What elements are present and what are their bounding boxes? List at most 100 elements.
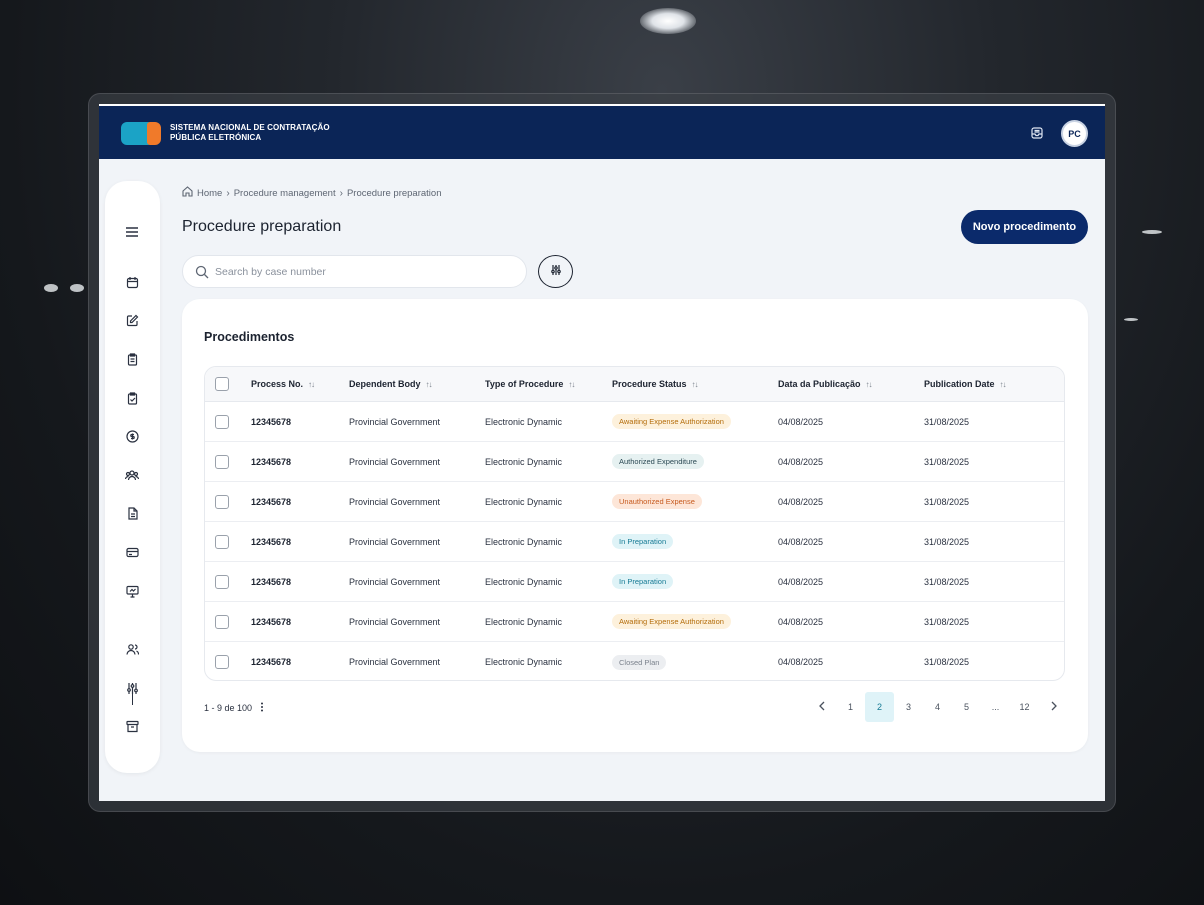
clipboard-check-icon[interactable]	[124, 390, 140, 406]
card-icon[interactable]	[124, 544, 140, 560]
row-checkbox[interactable]	[215, 615, 229, 629]
chevron-right-icon	[1050, 701, 1058, 713]
cell-text: Electronic Dynamic	[485, 657, 563, 667]
table-row[interactable]: 12345678 Provincial Government Electronic …	[205, 442, 1064, 482]
cell-data-pub: 04/08/2025	[778, 642, 823, 680]
cell-text: 31/08/2025	[924, 496, 970, 507]
column-header-type[interactable]: Type of Procedure ↑↓	[485, 367, 575, 401]
breadcrumb-home[interactable]: Home	[197, 188, 222, 199]
cell-text: Electronic Dynamic	[485, 496, 563, 507]
cell-data-pub: 04/08/2025	[778, 522, 823, 561]
column-header-body[interactable]: Dependent Body ↑↓	[349, 367, 433, 401]
cell-body: Provincial Government	[349, 642, 441, 680]
breadcrumb-current: Procedure preparation	[346, 187, 442, 199]
status-badge: In Preparation	[612, 534, 674, 549]
row-checkbox[interactable]	[215, 495, 229, 509]
row-checkbox[interactable]	[215, 455, 229, 469]
sort-icon: ↑↓	[568, 379, 575, 389]
cell-text: Provincial Government	[349, 576, 441, 587]
background-light	[1142, 230, 1162, 234]
cell-pub-date: 31/08/2025	[924, 642, 969, 680]
cell-text: Electronic Dynamic	[485, 456, 563, 467]
cell-text: 12345678	[251, 616, 292, 627]
cell-pub-date: 31/08/2025	[924, 442, 969, 481]
cell-data-pub: 04/08/2025	[778, 442, 823, 481]
users-group-icon[interactable]	[124, 467, 140, 483]
more-vertical-icon[interactable]	[260, 702, 264, 714]
cell-body: Provincial Government	[349, 522, 440, 561]
column-header-data-publicacao[interactable]: Data da Publicação ↑↓	[778, 367, 873, 401]
table-row[interactable]: 12345678 Provincial Government Electronic …	[205, 602, 1064, 642]
row-checkbox[interactable]	[215, 535, 229, 549]
cell-pub-date: 31/08/2025	[924, 562, 969, 601]
cell-text: 04/08/2025	[778, 536, 824, 547]
column-header-process[interactable]: Process No. ↑↓	[251, 367, 315, 401]
page-button-12[interactable]: 12	[1010, 692, 1039, 722]
page-button-3[interactable]: 3	[894, 692, 923, 722]
dollar-icon[interactable]	[124, 428, 140, 444]
cell-process: 12345678	[251, 562, 291, 601]
table-row[interactable]: 12345678 Provincial Government Electronic …	[205, 642, 1064, 680]
page-button-5[interactable]: 5	[952, 692, 981, 722]
calendar-icon[interactable]	[124, 274, 140, 290]
table-row[interactable]: 12345678 Provincial Government Electronic …	[205, 482, 1064, 522]
menu-icon[interactable]	[124, 224, 140, 240]
archive-icon[interactable]	[124, 718, 140, 734]
cell-data-pub: 04/08/2025	[778, 602, 823, 641]
app-logo[interactable]	[121, 122, 163, 146]
page-title: Procedure preparation	[182, 218, 342, 235]
new-procedure-button[interactable]: Novo procedimento	[961, 210, 1088, 244]
page-button-1[interactable]: 1	[836, 692, 865, 722]
cell-process: 12345678	[251, 482, 291, 521]
page-button-4[interactable]: 4	[923, 692, 952, 722]
breadcrumb: Home › Procedure management › Procedure …	[182, 186, 442, 200]
clipboard-icon[interactable]	[124, 351, 140, 367]
cell-text: Provincial Government	[349, 496, 441, 507]
table-row[interactable]: 12345678 Provincial Government Electronic …	[205, 402, 1064, 442]
presentation-icon[interactable]	[124, 583, 140, 599]
cell-process: 12345678	[251, 642, 291, 680]
cell-body: Provincial Government	[349, 482, 440, 521]
page-button-2[interactable]: 2	[865, 692, 894, 722]
home-icon[interactable]	[182, 186, 193, 200]
cell-text: Electronic Dynamic	[485, 616, 563, 627]
cell-status: Awaiting Expense Authorization	[612, 402, 731, 441]
cell-status: In Preparation	[612, 522, 674, 561]
user-icon[interactable]	[124, 641, 140, 657]
sort-icon: ↑↓	[999, 379, 1007, 389]
next-page-button[interactable]	[1039, 692, 1068, 722]
filter-button[interactable]	[538, 255, 573, 288]
cell-text: Provincial Government	[349, 536, 441, 547]
search-input[interactable]	[215, 263, 515, 281]
cell-text: Electronic Dynamic	[485, 576, 563, 587]
cell-status: Authorized Expenditure	[612, 442, 704, 481]
cell-text: 12345678	[251, 496, 292, 507]
select-all-checkbox[interactable]	[215, 377, 229, 391]
user-avatar[interactable]: PC	[1061, 120, 1088, 147]
sidebar	[105, 181, 160, 773]
row-checkbox[interactable]	[215, 655, 229, 669]
status-badge: Closed Plan	[612, 654, 667, 670]
document-icon[interactable]	[124, 505, 140, 521]
inbox-icon[interactable]	[1030, 126, 1044, 140]
row-checkbox[interactable]	[215, 415, 229, 429]
edit-icon[interactable]	[124, 312, 140, 328]
cell-text: 04/08/2025	[778, 616, 824, 627]
column-header-status[interactable]: Procedure Status ↑↓	[612, 367, 699, 401]
cell-text: 04/08/2025	[778, 576, 824, 587]
cell-text: Provincial Government	[349, 657, 441, 667]
sort-icon: ↑↓	[865, 379, 873, 389]
table-row[interactable]: 12345678 Provincial Government Electronic …	[205, 562, 1064, 602]
cell-type: Electronic Dynamic	[485, 562, 562, 601]
cell-pub-date: 31/08/2025	[924, 522, 969, 561]
table-row[interactable]: 12345678 Provincial Government Electronic …	[205, 522, 1064, 562]
prev-page-button[interactable]	[807, 692, 836, 722]
row-checkbox[interactable]	[215, 575, 229, 589]
sliders-icon[interactable]	[124, 680, 140, 696]
column-header-publication-date[interactable]: Publication Date ↑↓	[924, 367, 1007, 401]
cell-status: Awaiting Expense Authorization	[612, 602, 731, 641]
cell-type: Electronic Dynamic	[485, 482, 562, 521]
cell-process: 12345678	[251, 442, 291, 481]
chevron-right-icon: ›	[339, 187, 343, 199]
breadcrumb-procedure-management[interactable]: Procedure management	[234, 188, 336, 199]
